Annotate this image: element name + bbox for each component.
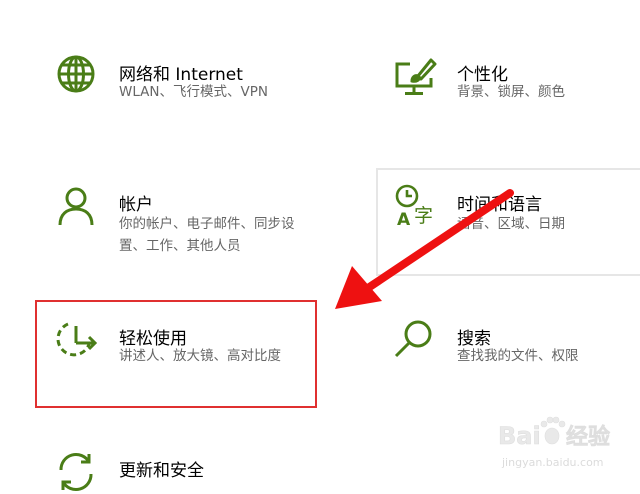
tile-title: 时间和语言: [457, 195, 542, 215]
tile-description: 背景、锁屏、颜色: [457, 84, 565, 100]
tile-accounts[interactable]: 帐户 你的帐户、电子邮件、同步设 置、工作、其他人员: [56, 186, 336, 266]
tile-description: 查找我的文件、权限: [457, 348, 579, 364]
tile-time-language[interactable]: A 字 时间和语言 语音、区域、日期: [394, 184, 634, 254]
paint-monitor-icon: [395, 58, 437, 95]
tile-description-line2: 置、工作、其他人员: [119, 238, 241, 254]
globe-icon: [57, 55, 95, 93]
tile-title: 帐户: [119, 195, 153, 215]
clock-language-icon: A 字: [395, 184, 433, 228]
update-icon: [59, 452, 93, 492]
baidu-watermark: Bai 经验 jingyan.baidu.com: [498, 416, 610, 469]
svg-text:A: A: [397, 210, 411, 228]
person-icon: [58, 187, 94, 226]
paw-icon: [540, 416, 566, 445]
tile-personalization[interactable]: 个性化 背景、锁屏、颜色: [394, 54, 634, 114]
watermark-brand: Bai: [498, 422, 541, 450]
tile-title: 更新和安全: [119, 461, 204, 481]
tile-search[interactable]: 搜索 查找我的文件、权限: [394, 318, 634, 378]
tile-description: 语音、区域、日期: [457, 216, 565, 232]
tile-update-security[interactable]: 更新和安全: [56, 450, 316, 492]
tile-description-line1: 你的帐户、电子邮件、同步设: [119, 216, 295, 232]
highlight-box: [35, 300, 317, 408]
search-icon: [394, 320, 432, 358]
watermark-brand-suffix: 经验: [566, 424, 610, 450]
tile-description: WLAN、飞行模式、VPN: [119, 84, 268, 100]
watermark-url: jingyan.baidu.com: [501, 456, 604, 469]
tile-network[interactable]: 网络和 Internet WLAN、飞行模式、VPN: [56, 54, 336, 114]
svg-text:字: 字: [414, 205, 433, 227]
